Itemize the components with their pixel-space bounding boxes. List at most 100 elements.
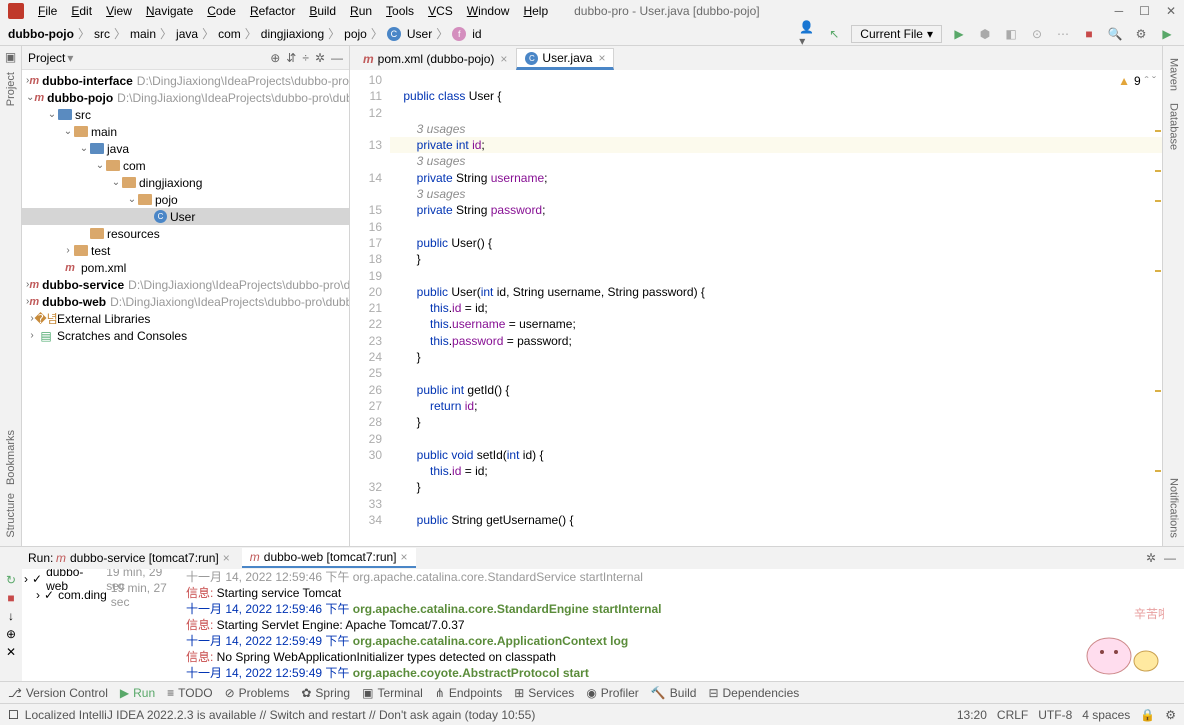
bc-item[interactable]: pojo	[344, 27, 367, 41]
build-hammer-icon[interactable]: ↖	[825, 25, 843, 43]
folder-icon	[138, 194, 152, 205]
gear-icon[interactable]: ✲	[315, 51, 325, 65]
menu-build[interactable]: Build	[303, 2, 342, 20]
close-tab-icon[interactable]: ×	[500, 52, 507, 66]
code-editor[interactable]: 1011121314151617181920212223242526272829…	[350, 70, 1162, 546]
menu-view[interactable]: View	[100, 2, 138, 20]
deps-tool[interactable]: ⊟ Dependencies	[708, 686, 799, 700]
database-tool-label[interactable]: Database	[1168, 103, 1180, 150]
run-config-selector[interactable]: Current File▾	[851, 25, 942, 43]
menu-refactor[interactable]: Refactor	[244, 2, 301, 20]
error-stripe[interactable]	[1152, 70, 1162, 546]
maven-icon	[29, 74, 39, 88]
line-sep[interactable]: CRLF	[997, 708, 1028, 722]
bc-item[interactable]: main	[130, 27, 156, 41]
menu-vcs[interactable]: VCS	[422, 2, 459, 20]
editor-tab-pom[interactable]: mpom.xml (dubbo-pojo)×	[354, 48, 516, 70]
encoding[interactable]: UTF-8	[1038, 708, 1072, 722]
folder-icon	[106, 160, 120, 171]
project-tree[interactable]: ›dubbo-interfaceD:\DingJiaxiong\IdeaProj…	[22, 70, 349, 546]
problems-tool[interactable]: ⊘ Problems	[225, 686, 290, 700]
search-icon[interactable]: 🔍	[1106, 25, 1124, 43]
run-tab-service[interactable]: mdubbo-service [tomcat7:run]×	[48, 549, 238, 567]
run-tab-web[interactable]: mdubbo-web [tomcat7:run]×	[242, 548, 416, 568]
close-icon[interactable]: ✕	[1166, 4, 1176, 18]
menu-code[interactable]: Code	[201, 2, 242, 20]
threads-panel[interactable]: ›✓dubbo-web19 min, 29 sec ›✓com.ding19 m…	[22, 569, 182, 681]
soft-wrap-icon[interactable]: ↓	[8, 609, 14, 623]
status-message[interactable]: Localized IntelliJ IDEA 2022.2.3 is avai…	[25, 708, 536, 722]
menu-navigate[interactable]: Navigate	[140, 2, 199, 20]
settings-icon[interactable]: ⚙	[1132, 25, 1150, 43]
clear-icon[interactable]: ✕	[6, 645, 16, 659]
endpoints-tool[interactable]: ⋔ Endpoints	[435, 686, 502, 700]
todo-tool[interactable]: ≡ TODO	[167, 686, 212, 700]
panel-hide-icon[interactable]: —	[1164, 551, 1176, 565]
menu-run[interactable]: Run	[344, 2, 378, 20]
bc-item[interactable]: src	[94, 27, 110, 41]
editor-tab-user[interactable]: CUser.java×	[516, 48, 614, 70]
expand-icon[interactable]: ÷	[302, 51, 309, 65]
mascot-image: 辛苦啦	[1074, 606, 1164, 676]
terminal-tool[interactable]: ▣ Terminal	[362, 686, 423, 700]
notifications-tool-label[interactable]: Notifications	[1168, 478, 1180, 538]
folder-icon	[58, 109, 72, 120]
close-tab-icon[interactable]: ×	[598, 51, 605, 65]
spring-tool[interactable]: ✿ Spring	[301, 686, 350, 700]
minimize-icon[interactable]: ─	[1115, 4, 1124, 18]
stop-icon[interactable]: ■	[1080, 25, 1098, 43]
project-tool-icon[interactable]: ▣	[5, 50, 16, 64]
locate-icon[interactable]: ⊕	[270, 51, 280, 65]
bc-item[interactable]: java	[176, 27, 198, 41]
run-anything-icon[interactable]: ▶	[1158, 25, 1176, 43]
maximize-icon[interactable]: ☐	[1139, 4, 1150, 18]
menu-file[interactable]: File	[32, 2, 63, 20]
project-tool-label[interactable]: Project	[5, 72, 17, 106]
gear-icon[interactable]: ⚙	[1165, 708, 1176, 722]
indent[interactable]: 4 spaces	[1082, 708, 1130, 722]
project-view-selector[interactable]: Project▾	[28, 51, 73, 65]
tree-node-user[interactable]: CUser	[22, 208, 349, 225]
attach-icon[interactable]: ⋯	[1054, 25, 1072, 43]
console-output[interactable]: 十一月 14, 2022 12:59:46 下午 org.apache.cata…	[182, 569, 1184, 681]
status-icon[interactable]: ☐	[8, 708, 19, 722]
run-label: Run:	[28, 551, 53, 565]
panel-settings-icon[interactable]: ✲	[1146, 551, 1156, 565]
bc-item[interactable]: com	[218, 27, 241, 41]
bc-root[interactable]: dubbo-pojo	[8, 27, 74, 41]
hide-icon[interactable]: —	[331, 51, 343, 65]
user-icon[interactable]: 👤▾	[799, 25, 817, 43]
svg-text:辛苦啦: 辛苦啦	[1134, 606, 1164, 621]
services-tool[interactable]: ⊞ Services	[514, 686, 574, 700]
menu-help[interactable]: Help	[517, 2, 554, 20]
scroll-icon[interactable]: ⊕	[6, 627, 16, 641]
structure-tool-label[interactable]: Structure	[5, 493, 17, 538]
bc-class[interactable]: User	[407, 27, 432, 41]
menu-tools[interactable]: Tools	[380, 2, 420, 20]
run-icon[interactable]: ▶	[950, 25, 968, 43]
bc-item[interactable]: dingjiaxiong	[261, 27, 324, 41]
maven-icon	[34, 91, 44, 105]
sort-icon[interactable]: ⇵	[286, 51, 296, 65]
menu-edit[interactable]: Edit	[65, 2, 98, 20]
profile-icon[interactable]: ⊙	[1028, 25, 1046, 43]
caret-position[interactable]: 13:20	[957, 708, 987, 722]
menu-window[interactable]: Window	[461, 2, 516, 20]
bookmarks-tool-label[interactable]: Bookmarks	[5, 430, 17, 485]
debug-icon[interactable]: ⬢	[976, 25, 994, 43]
profiler-tool[interactable]: ◉ Profiler	[586, 686, 639, 700]
maven-icon	[29, 295, 39, 309]
stop-icon[interactable]: ■	[7, 591, 14, 605]
folder-icon	[90, 228, 104, 239]
build-tool[interactable]: 🔨 Build	[651, 686, 697, 700]
coverage-icon[interactable]: ◧	[1002, 25, 1020, 43]
maven-tool-label[interactable]: Maven	[1168, 58, 1180, 91]
class-icon: C	[154, 210, 167, 223]
rerun-icon[interactable]: ↻	[6, 573, 16, 587]
lock-icon[interactable]: 🔒	[1140, 708, 1155, 722]
run-tool[interactable]: ▶ Run	[120, 686, 155, 700]
vcs-tool[interactable]: ⎇ Version Control	[8, 686, 108, 700]
bc-field[interactable]: id	[472, 27, 481, 41]
editor-area: mpom.xml (dubbo-pojo)× CUser.java× 10111…	[350, 46, 1162, 546]
status-bar: ☐ Localized IntelliJ IDEA 2022.2.3 is av…	[0, 703, 1184, 725]
